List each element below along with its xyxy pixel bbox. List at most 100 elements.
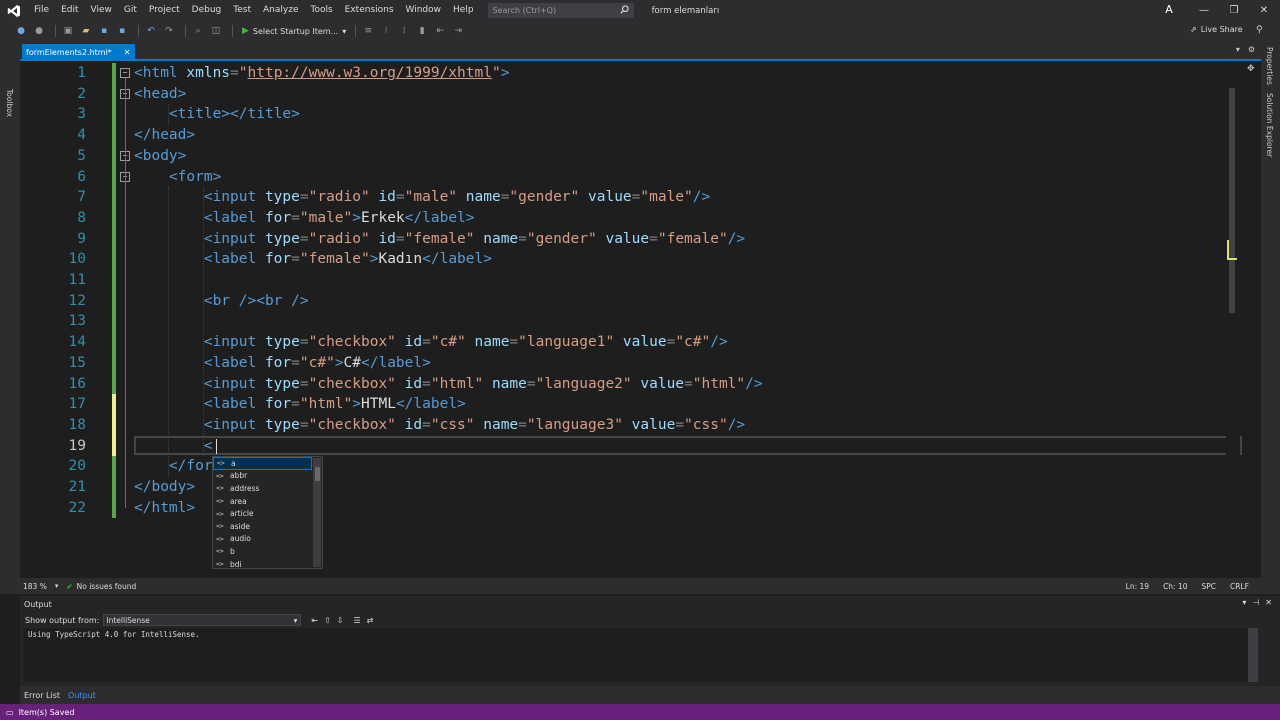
undo-icon[interactable]: ↶ [144,24,158,38]
maximize-button[interactable]: ❐ [1219,0,1249,21]
output-scrollbar[interactable] [1248,628,1258,682]
forward-icon[interactable]: ● [32,24,46,38]
completion-item[interactable]: <> bdi [213,558,312,571]
code-line[interactable]: 18 <input type="checkbox" id="css" name=… [20,415,1261,436]
menu-tools[interactable]: Tools [304,0,338,21]
completion-item[interactable]: <> aside [213,520,312,533]
code-line[interactable]: 8 <label for="male">Erkek</label> [20,208,1261,229]
save-all-icon[interactable]: ▪ [115,24,129,38]
feedback-icon[interactable]: ⚲ [1256,25,1263,35]
code-line[interactable]: 11 [20,270,1261,291]
code-line[interactable]: 3 <title></title> [20,104,1261,125]
toolbox-tab[interactable]: Toolbox [5,89,14,117]
collapse-region-icon[interactable]: − [120,68,130,78]
code-line[interactable]: 12 <br /><br /> [20,291,1261,312]
completion-item[interactable]: <> b [213,545,312,558]
close-icon[interactable]: ✕ [1265,598,1272,607]
start-debugging-button[interactable]: ▶ Select Startup Item... ▾ [242,26,346,36]
word-wrap-icon[interactable]: ⇄ [367,616,374,625]
pin-icon[interactable]: ⊣ [1252,598,1259,607]
next-message-icon[interactable]: ⇩ [337,616,344,625]
code-line[interactable]: 21 </body> [20,477,1261,498]
chevron-down-icon[interactable]: ▾ [55,582,59,590]
new-item-icon[interactable]: ▣ [61,24,75,38]
output-source-select[interactable]: IntelliSense ▾ [103,614,302,626]
close-window-button[interactable]: ✕ [1249,0,1279,21]
uncomment-icon[interactable]: ⁞ [397,24,411,38]
menu-git[interactable]: Git [118,0,143,21]
comment-icon[interactable]: ⁝ [379,24,393,38]
column-indicator[interactable]: Ch: 10 [1163,582,1187,591]
completion-item[interactable]: <> audio [213,533,312,546]
open-folder-icon[interactable]: ▰ [79,24,93,38]
bookmark-prev-icon[interactable]: ⇤ [433,24,447,38]
user-avatar[interactable]: A [1162,3,1176,17]
live-share-button[interactable]: ⇗ Live Share [1190,25,1243,34]
screenshot-icon[interactable]: ◫ [209,24,223,38]
chevron-down-icon[interactable]: ▾ [1236,45,1240,54]
intellisense-completion-list[interactable]: <> a <> abbr <> address <> area <> article <> aside… [212,456,323,569]
completion-item[interactable]: <> address [213,482,312,495]
scrollbar-thumb[interactable] [1229,88,1235,313]
code-line[interactable]: 14 <input type="checkbox" id="c#" name="… [20,332,1261,353]
completion-item[interactable]: <> abbr [213,470,312,483]
find-message-icon[interactable]: ⇤ [311,616,318,625]
code-editor[interactable]: 1 <html xmlns="http://www.w3.org/1999/xht… [20,63,1261,577]
format-icon[interactable]: ≡ [361,24,375,38]
code-line[interactable]: 7 <input type="radio" id="male" name="ge… [20,187,1261,208]
menu-analyze[interactable]: Analyze [257,0,304,21]
code-line[interactable]: 20 </for [20,456,1261,477]
menu-file[interactable]: File [28,0,55,21]
bookmark-icon[interactable]: ▮ [415,24,429,38]
code-line[interactable]: 1 <html xmlns="http://www.w3.org/1999/xht… [20,63,1261,84]
menu-extensions[interactable]: Extensions [339,0,400,21]
back-icon[interactable]: ● [14,24,28,38]
code-line[interactable]: 16 <input type="checkbox" id="html" name… [20,374,1261,395]
solution-explorer-tab[interactable]: Solution Explorer [1265,93,1274,157]
line-indicator[interactable]: Ln: 19 [1126,582,1149,591]
prev-message-icon[interactable]: ⇧ [324,616,331,625]
split-editor-icon[interactable]: ✥ [1247,64,1255,74]
completion-item[interactable]: <> area [213,495,312,508]
completion-scrollbar-thumb[interactable] [315,467,320,481]
bookmark-next-icon[interactable]: ⇥ [451,24,465,38]
code-line[interactable]: 19 < [20,436,1261,457]
menu-debug[interactable]: Debug [186,0,228,21]
menu-help[interactable]: Help [447,0,480,21]
menu-view[interactable]: View [85,0,118,21]
completion-item[interactable]: <> a [213,457,312,470]
output-text-area[interactable]: Using TypeScript 4.0 for IntelliSense. [24,628,1250,682]
code-line[interactable]: 9 <input type="radio" id="female" name="… [20,229,1261,250]
visual-studio-logo-icon[interactable] [0,0,28,21]
code-line[interactable]: 5 <body> [20,146,1261,167]
indent-mode[interactable]: SPC [1202,582,1217,591]
close-icon[interactable]: ✕ [124,48,131,57]
save-icon[interactable]: ▪ [97,24,111,38]
completion-item[interactable]: <> article [213,507,312,520]
menu-project[interactable]: Project [143,0,186,21]
search-input[interactable]: Search (Ctrl+Q) [487,3,634,18]
clear-all-icon[interactable]: ☰ [353,616,360,625]
zoom-level[interactable]: 183 % [23,582,47,591]
code-line[interactable]: 2 <head> [20,84,1261,105]
code-line[interactable]: 17 <label for="html">HTML</label> [20,394,1261,415]
menu-window[interactable]: Window [400,0,448,21]
minimize-button[interactable]: — [1189,0,1219,21]
code-line[interactable]: 15 <label for="c#">C#</label> [20,353,1261,374]
properties-tab[interactable]: Properties [1265,47,1274,85]
menu-edit[interactable]: Edit [55,0,84,21]
issues-label[interactable]: No issues found [77,582,137,591]
tab-error-list[interactable]: Error List [20,691,64,700]
redo-icon[interactable]: ↷ [162,24,176,38]
code-line[interactable]: 10 <label for="female">Kadın</label> [20,249,1261,270]
tab-output[interactable]: Output [64,691,100,700]
tab-formelements2[interactable]: formElements2.html* ✕ [22,44,135,60]
line-ending[interactable]: CRLF [1230,582,1249,591]
settings-icon[interactable]: ⚙ [1248,45,1255,54]
code-line[interactable]: 13 [20,311,1261,332]
code-line[interactable]: 4 </head> [20,125,1261,146]
find-icon[interactable]: ⌕ [191,24,205,38]
code-line[interactable]: 6 <form> [20,167,1261,188]
menu-test[interactable]: Test [227,0,257,21]
code-line[interactable]: 22 </html> [20,498,1261,519]
